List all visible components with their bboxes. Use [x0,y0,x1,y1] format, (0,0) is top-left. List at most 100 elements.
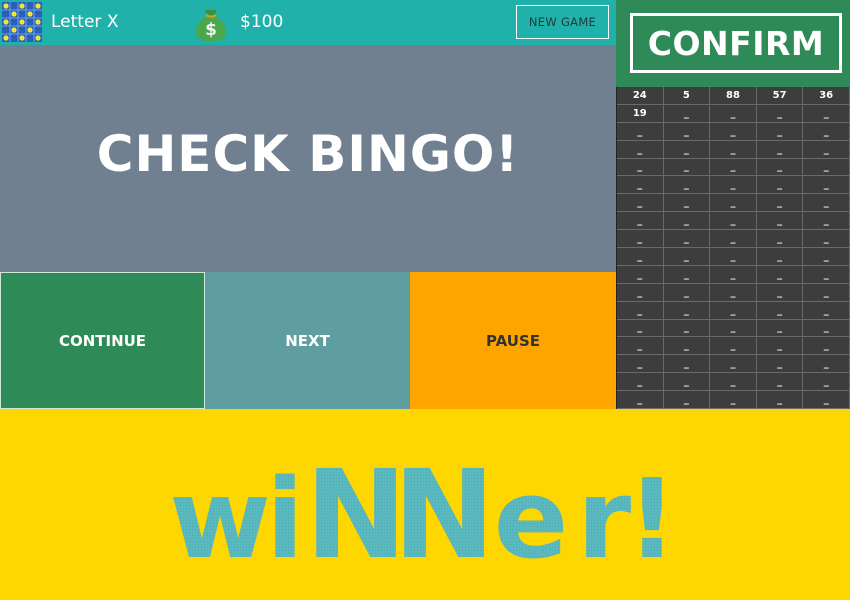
called-number-cell: _ [617,140,664,159]
called-number-cell: _ [663,283,711,302]
called-number-cell: _ [803,230,850,248]
called-number-cell: _ [663,337,711,356]
continue-button[interactable]: CONTINUE [0,272,205,409]
winner-letter: e [494,455,569,583]
called-number-cell: _ [710,283,757,302]
called-number-cell: _ [756,122,804,141]
called-number-cell: _ [663,104,711,123]
called-number-cell: _ [756,301,804,320]
called-number-cell: _ [756,176,804,195]
called-number-cell: _ [663,248,711,266]
called-number-cell: _ [803,373,850,392]
called-number-cell: _ [617,158,664,177]
confirm-button[interactable]: CONFIRM [630,13,842,73]
called-number-cell: _ [663,176,711,195]
winner-letter: i [266,455,304,583]
called-number-cell: _ [663,212,711,231]
called-numbers-grid: 24 5 88 57 36 19 _ _ _ _ _ _ _ _ _ _ _ _ _ _ _ _ _ _ _ _ _ _ _ _ _ _ _ _ _… [616,87,850,409]
called-number-cell: _ [803,248,850,266]
pause-button[interactable]: PAUSE [410,272,616,409]
called-number-cell: _ [803,158,850,177]
called-number-cell: _ [710,337,757,356]
called-number-cell: _ [756,140,804,159]
called-number-cell: _ [803,140,850,159]
header-bar: Letter X $ $100 NEW GAME [0,0,616,45]
called-number-cell: _ [803,391,850,409]
called-number-cell: _ [663,140,711,159]
called-number-cell: _ [803,283,850,302]
called-number-cell: _ [803,319,850,338]
called-number-cell: _ [663,355,711,374]
called-number-cell: _ [663,373,711,392]
called-number-cell: _ [803,176,850,195]
called-number-cell: _ [710,158,757,177]
called-number-cell: _ [756,248,804,266]
called-number-cell: _ [803,212,850,231]
called-number-cell: _ [710,373,757,392]
called-number-cell: _ [756,212,804,231]
called-number-cell: _ [756,319,804,338]
called-number-cell: _ [756,373,804,392]
called-number-cell: _ [756,230,804,248]
called-number-cell: _ [756,283,804,302]
svg-text:$: $ [205,20,217,40]
called-number-cell: _ [617,301,664,320]
money-bag-icon: $ [190,2,232,44]
called-number-cell: _ [756,158,804,177]
called-number-cell: _ [710,122,757,141]
called-number-cell: _ [710,355,757,374]
called-number-cell: _ [617,373,664,392]
called-number-cell: _ [617,122,664,141]
called-number-cell: _ [617,230,664,248]
called-number-cell: _ [756,337,804,356]
called-number-cell: _ [617,283,664,302]
confirm-panel: CONFIRM [616,0,850,87]
called-number-cell: _ [710,140,757,159]
called-number-cell: _ [617,391,664,409]
called-number-cell: _ [663,319,711,338]
called-number-cell: 57 [756,87,804,105]
bingo-pattern-icon [2,2,42,42]
called-number-cell: _ [803,337,850,356]
called-number-cell: _ [803,355,850,374]
called-number-cell: 24 [617,87,664,105]
called-number-cell: _ [803,301,850,320]
winner-letter: N [305,444,407,586]
called-number-cell: _ [710,176,757,195]
called-number-cell: _ [663,194,711,213]
called-number-cell: _ [710,319,757,338]
called-number-cell: _ [710,391,757,409]
called-number-cell: 5 [663,87,711,105]
called-number-cell: _ [617,337,664,356]
new-game-button[interactable]: NEW GAME [516,5,609,39]
check-bingo-text: CHECK BINGO! [96,124,520,183]
winner-banner: w i N Ne r! [0,409,850,600]
called-number-cell: _ [663,391,711,409]
next-button[interactable]: NEXT [205,272,410,409]
called-number-cell: _ [803,265,850,284]
called-number-cell: 88 [710,87,757,105]
check-bingo-panel[interactable]: CHECK BINGO! [0,45,616,272]
called-number-cell: _ [756,391,804,409]
called-number-cell: _ [710,230,757,248]
winner-text: wi NNe r! [169,444,677,586]
called-number-cell: _ [803,194,850,213]
called-number-cell: _ [756,194,804,213]
called-number-cell: _ [710,301,757,320]
called-number-cell: _ [803,122,850,141]
winner-letter: w [169,455,271,583]
called-number-cell: _ [617,212,664,231]
called-number-cell: 36 [803,87,850,105]
called-number-cell: _ [617,355,664,374]
called-number-cell: _ [663,265,711,284]
winner-letter: r [577,455,631,583]
called-number-cell: _ [663,122,711,141]
called-number-cell: _ [617,176,664,195]
called-number-cell: _ [663,158,711,177]
called-number-cell: _ [617,265,664,284]
called-number-cell: _ [710,194,757,213]
winner-letter: ! [627,455,677,583]
pattern-name: Letter X [51,12,119,32]
called-number-cell: _ [617,248,664,266]
called-number-cell: _ [617,319,664,338]
